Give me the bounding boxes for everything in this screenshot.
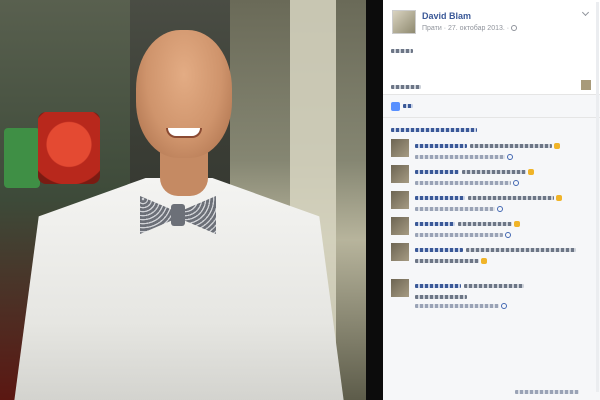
likes-summary[interactable] — [391, 101, 413, 111]
photo-red-sign — [38, 112, 100, 184]
actions-text-obscured[interactable] — [391, 84, 421, 89]
photo-head — [136, 30, 232, 158]
divider — [383, 117, 600, 118]
emoji-icon — [528, 168, 534, 175]
comment-text-obscured — [415, 195, 465, 200]
comment-item — [391, 279, 591, 309]
post-meta: Прати · 27. октобар 2013. · — [422, 25, 518, 32]
comment-text-obscured — [415, 169, 459, 174]
comment-actions-obscured[interactable] — [415, 232, 503, 237]
reaction-icon — [505, 231, 511, 238]
comment-text-obscured — [415, 221, 455, 226]
comment-text-obscured — [415, 283, 461, 288]
comment-actions-obscured[interactable] — [415, 303, 499, 308]
comment-actions-obscured[interactable] — [415, 206, 495, 211]
comment-text-obscured — [415, 258, 479, 263]
photo[interactable] — [0, 0, 366, 400]
comment-item — [391, 139, 591, 167]
composer-text-obscured[interactable] — [515, 389, 579, 394]
comment-text-obscured — [415, 294, 467, 299]
reaction-icon — [513, 179, 519, 186]
likes-count-obscured[interactable] — [403, 104, 413, 108]
author-avatar[interactable] — [392, 10, 416, 34]
feedback-section — [383, 94, 600, 400]
post-meta-text[interactable]: Прати · 27. октобар 2013. · — [422, 25, 509, 32]
commenter-avatar[interactable] — [391, 139, 409, 157]
side-panel: David Blam Прати · 27. октобар 2013. · — [383, 0, 600, 400]
shared-thumbnail[interactable] — [581, 80, 591, 90]
scrollbar[interactable] — [596, 2, 599, 392]
post-caption — [391, 46, 413, 55]
commenter-avatar[interactable] — [391, 165, 409, 183]
globe-icon[interactable] — [511, 25, 518, 31]
comment-text-obscured — [415, 247, 463, 252]
comment-item — [391, 165, 591, 193]
emoji-icon — [481, 257, 487, 264]
comment-actions-obscured[interactable] — [415, 154, 505, 159]
reaction-icon — [497, 205, 503, 212]
chevron-down-icon[interactable] — [582, 12, 590, 18]
commenter-avatar[interactable] — [391, 279, 409, 297]
comment-item — [391, 243, 591, 271]
photo-green-sign — [4, 128, 40, 188]
caption-text-obscured — [391, 48, 413, 53]
comment-item — [391, 217, 591, 245]
comment-item — [391, 191, 591, 219]
reaction-icon — [501, 302, 507, 309]
emoji-icon — [554, 142, 560, 149]
comment-composer-hint[interactable] — [515, 387, 595, 396]
view-more-obscured[interactable] — [391, 127, 477, 132]
emoji-icon — [556, 194, 562, 201]
commenter-avatar[interactable] — [391, 217, 409, 235]
comment-actions-obscured[interactable] — [415, 180, 511, 185]
photo-viewer[interactable] — [0, 0, 383, 400]
author-name[interactable]: David Blam — [422, 11, 471, 21]
comment-text-obscured — [415, 143, 467, 148]
photo-smile — [166, 128, 202, 138]
commenter-avatar[interactable] — [391, 243, 409, 261]
post-header: David Blam Прати · 27. октобар 2013. · — [383, 0, 600, 38]
post-actions — [391, 80, 591, 90]
emoji-icon — [514, 220, 520, 227]
reaction-icon — [507, 153, 513, 160]
like-icon — [391, 101, 400, 111]
view-more-comments[interactable] — [391, 125, 477, 134]
photo-bowtie-knot — [171, 204, 185, 226]
commenter-avatar[interactable] — [391, 191, 409, 209]
